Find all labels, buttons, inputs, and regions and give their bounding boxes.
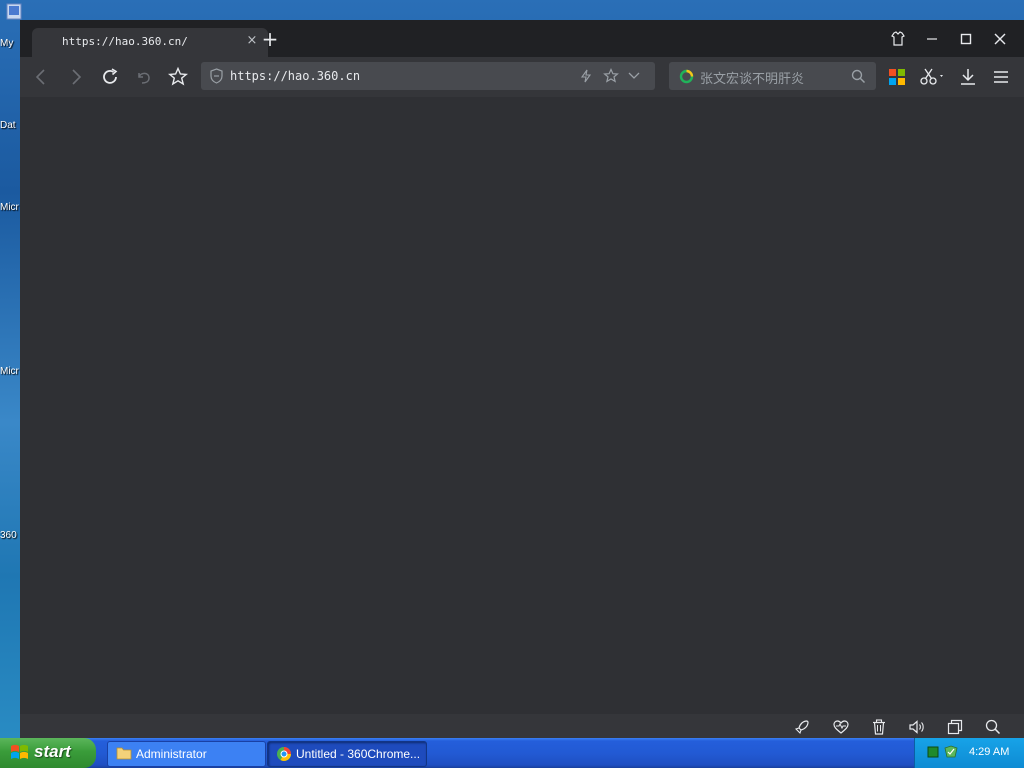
taskbar-item-label: Untitled - 360Chrome... (296, 747, 421, 761)
page-content[interactable] (20, 97, 1024, 714)
toolbar: https://hao.360.cn 张文宏谈不明肝炎 (20, 57, 1024, 97)
clock: 4:29 AM (969, 746, 1010, 758)
tray-security-icon[interactable] (943, 745, 959, 759)
computer-icon (6, 3, 22, 20)
tab-title: https://hao.360.cn/ (62, 35, 188, 48)
skin-shirt-icon[interactable] (887, 28, 909, 50)
trash-icon[interactable] (870, 718, 888, 736)
desktop-icon-dat[interactable]: Dat (0, 120, 22, 131)
download-icon[interactable] (957, 66, 979, 88)
forward-icon[interactable] (65, 66, 87, 88)
start-label: start (34, 742, 71, 761)
search-box[interactable]: 张文宏谈不明肝炎 (669, 62, 876, 90)
volume-icon[interactable] (908, 718, 926, 736)
back-icon[interactable] (30, 66, 52, 88)
search-engine-logo-icon (679, 69, 694, 84)
windows-logo-icon (11, 744, 28, 759)
start-button[interactable]: start (0, 738, 96, 768)
favorite-star-icon[interactable] (603, 68, 619, 84)
desktop-icon-label: My (0, 38, 14, 49)
tab-bar: https://hao.360.cn/ × + (20, 20, 1024, 57)
address-bar[interactable]: https://hao.360.cn (201, 62, 655, 90)
browser-window: https://hao.360.cn/ × + https://hao.360.… (20, 20, 1024, 738)
folder-icon (116, 747, 132, 760)
apps-grid-icon[interactable] (886, 66, 908, 88)
window-restore-icon[interactable] (946, 718, 964, 736)
menu-icon[interactable] (990, 66, 1012, 88)
desktop-icon-label: Dat (0, 120, 16, 131)
minimize-icon[interactable] (921, 28, 943, 50)
zoom-search-icon[interactable] (984, 718, 1002, 736)
taskbar-item-administrator[interactable]: Administrator (107, 741, 266, 767)
undo-close-icon[interactable] (133, 66, 155, 88)
screenshot-scissors-icon[interactable] (919, 66, 947, 88)
taskbar: start Administrator Untitled - 360Chrome… (0, 738, 1024, 768)
new-tab-button[interactable]: + (260, 29, 280, 49)
tray-network-icon[interactable] (927, 746, 939, 758)
shield-icon[interactable] (209, 68, 224, 84)
close-icon[interactable] (989, 28, 1011, 50)
tab-active[interactable]: https://hao.360.cn/ × (32, 28, 268, 57)
desktop-icon-label: Micr (0, 366, 19, 377)
maximize-icon[interactable] (955, 28, 977, 50)
desktop-icon-label: 360 (0, 530, 17, 541)
desktop-icon-my-computer[interactable]: My (0, 2, 22, 49)
tab-close-button[interactable]: × (244, 33, 260, 49)
desktop-icon-micr-2[interactable]: Micr (0, 366, 22, 377)
search-placeholder: 张文宏谈不明肝炎 (700, 72, 805, 87)
desktop-icon-label: Micr (0, 202, 19, 213)
bookmark-star-icon[interactable] (167, 66, 189, 88)
chevron-down-icon[interactable] (628, 71, 640, 81)
system-tray: 4:29 AM (914, 738, 1024, 768)
search-icon[interactable] (851, 69, 866, 84)
lightning-icon[interactable] (579, 69, 593, 83)
status-bar (20, 714, 1024, 738)
rocket-icon[interactable] (793, 718, 811, 736)
address-url: https://hao.360.cn (230, 69, 361, 83)
taskbar-item-360chrome[interactable]: Untitled - 360Chrome... (267, 741, 427, 767)
desktop-icon-micr-1[interactable]: Micr (0, 202, 22, 213)
reload-icon[interactable] (99, 66, 121, 88)
taskbar-item-label: Administrator (136, 747, 207, 761)
desktop-icon-360[interactable]: 360 (0, 530, 22, 541)
360chrome-icon (277, 747, 291, 761)
heart-pulse-icon[interactable] (832, 718, 850, 736)
